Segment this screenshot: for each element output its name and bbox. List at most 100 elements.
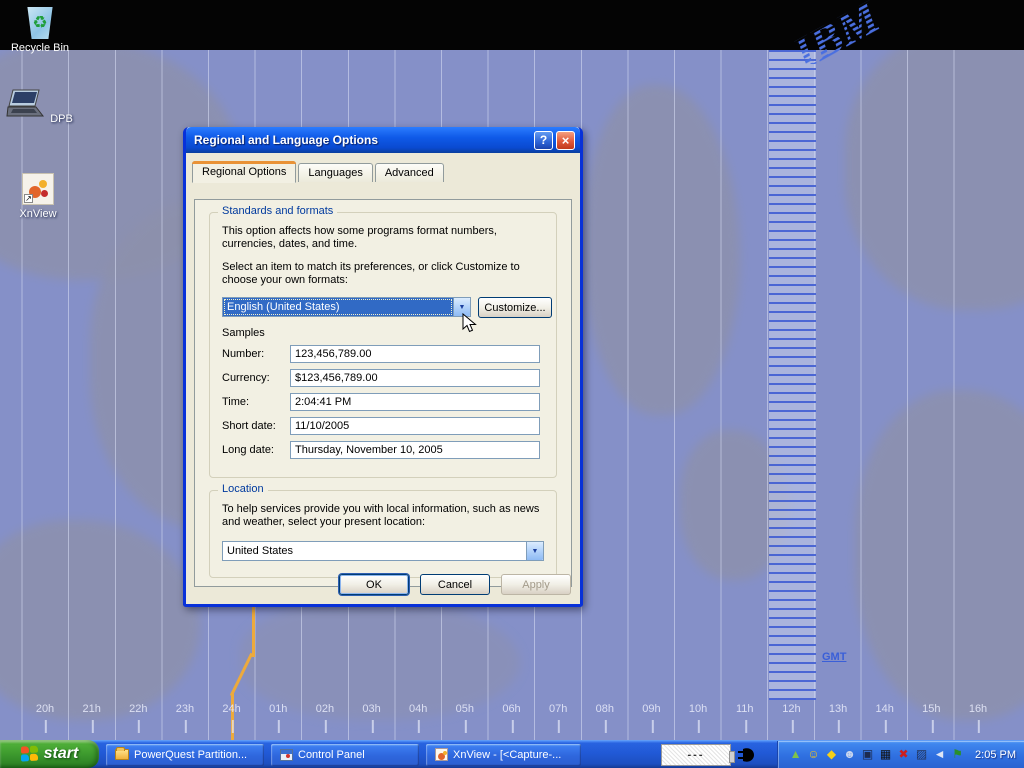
standards-description: This option affects how some programs fo… — [222, 225, 548, 251]
timezone-label: 01h — [269, 703, 287, 715]
long-date-sample-field[interactable]: Thursday, November 10, 2005 — [290, 441, 540, 459]
start-button-label: start — [44, 745, 79, 763]
tab-strip: Regional Options Languages Advanced — [192, 163, 572, 182]
timezone-label: 04h — [409, 703, 427, 715]
wallpaper-top-band: IBM — [0, 0, 1024, 50]
timezone-label: 06h — [502, 703, 520, 715]
task-button-label: Control Panel — [298, 749, 365, 761]
dialog-titlebar[interactable]: Regional and Language Options ? × — [186, 127, 580, 153]
samples-label: Samples — [222, 327, 548, 340]
dialog-body: Regional Options Languages Advanced Stan… — [186, 153, 580, 604]
sample-label: Time: — [222, 396, 249, 408]
laptop-icon — [3, 88, 47, 122]
timezone-label: 15h — [922, 703, 940, 715]
group-caption: Location — [218, 483, 268, 495]
power-meter-area: --- — [661, 744, 757, 766]
location-description: To help services provide you with local … — [222, 503, 548, 529]
system-tray: ▲☺◆☻▣▦✖▨◄⚑ 2:05 PM — [778, 741, 1024, 768]
sample-row-currency: Currency: $123,456,789.00 — [222, 369, 544, 387]
timeline-orange-line — [252, 607, 255, 657]
gmt-label: GMT — [822, 651, 846, 663]
timezone-label: 09h — [642, 703, 660, 715]
start-button[interactable]: start — [0, 740, 99, 768]
close-button[interactable]: × — [556, 131, 575, 150]
standards-instruction: Select an item to match its preferences,… — [222, 261, 548, 287]
display-grid-icon[interactable]: ▦ — [878, 747, 893, 762]
folder-icon — [115, 749, 129, 760]
timezone-label: 05h — [456, 703, 474, 715]
network-disconnected-icon[interactable]: ✖ — [896, 747, 911, 762]
svg-text:IBM: IBM — [784, 0, 890, 64]
ac-plug-icon — [735, 746, 757, 764]
taskbar-clock[interactable]: 2:05 PM — [975, 749, 1016, 761]
timezone-label: 07h — [549, 703, 567, 715]
timezone-label: 02h — [316, 703, 334, 715]
ok-button[interactable]: OK — [339, 574, 409, 595]
timezone-label: 13h — [829, 703, 847, 715]
desktop-icon-xnview[interactable]: ↗ XnView — [2, 173, 74, 220]
task-button-xnview[interactable]: XnView - [<Capture-... — [426, 744, 581, 766]
access-support-icon[interactable]: ☺ — [806, 747, 821, 762]
tray-app-icon[interactable]: ⚑ — [950, 747, 965, 762]
safely-remove-hardware-icon[interactable]: ▲ — [788, 747, 803, 762]
timezone-label: 03h — [362, 703, 380, 715]
tab-languages[interactable]: Languages — [298, 163, 372, 182]
desktop-icon-recycle-bin[interactable]: ♻ Recycle Bin — [4, 7, 76, 54]
desktop-icon-dpb[interactable]: DPB — [2, 88, 74, 125]
timezone-label: 14h — [876, 703, 894, 715]
tab-advanced[interactable]: Advanced — [375, 163, 444, 182]
battery-meter[interactable]: --- — [661, 744, 731, 766]
sample-label: Short date: — [222, 420, 276, 432]
chevron-down-icon[interactable]: ▼ — [526, 542, 543, 560]
task-button-control-panel[interactable]: Control Panel — [271, 744, 419, 766]
windows-flag-icon — [21, 745, 39, 763]
task-button-label: XnView - [<Capture-... — [453, 749, 561, 761]
offline-users-icon[interactable]: ☻ — [842, 747, 857, 762]
control-panel-icon — [280, 749, 293, 761]
timezone-label: 24h — [222, 703, 240, 715]
mouse-cursor — [462, 313, 480, 335]
task-button-powerquest[interactable]: PowerQuest Partition... — [106, 744, 264, 766]
xnview-task-icon — [435, 748, 448, 761]
sample-row-number: Number: 123,456,789.00 — [222, 345, 544, 363]
timezone-label: 08h — [596, 703, 614, 715]
security-alert-icon[interactable]: ◆ — [824, 747, 839, 762]
sample-row-time: Time: 2:04:41 PM — [222, 393, 544, 411]
recycle-bin-icon: ♻ — [25, 7, 55, 39]
task-button-label: PowerQuest Partition... — [134, 749, 247, 761]
shortcut-arrow-icon: ↗ — [24, 194, 33, 203]
sample-label: Currency: — [222, 372, 270, 384]
format-combobox[interactable]: English (United States) ▼ — [222, 297, 471, 317]
time-sample-field[interactable]: 2:04:41 PM — [290, 393, 540, 411]
dialog-button-row: OK Cancel Apply — [339, 574, 571, 595]
apply-button[interactable]: Apply — [501, 574, 571, 595]
format-combobox-value: English (United States) — [223, 298, 453, 316]
network-computer-icon[interactable]: ▣ — [860, 747, 875, 762]
taskbar: start PowerQuest Partition... Control Pa… — [0, 740, 1024, 768]
location-combobox[interactable]: United States ▼ — [222, 541, 544, 561]
short-date-sample-field[interactable]: 11/10/2005 — [290, 417, 540, 435]
wireless-off-icon[interactable]: ▨ — [914, 747, 929, 762]
standards-and-formats-group: Standards and formats This option affect… — [209, 212, 557, 478]
regional-language-options-dialog: Regional and Language Options ? × Region… — [183, 127, 583, 607]
dialog-title: Regional and Language Options — [194, 133, 531, 147]
timezone-label: 11h — [736, 703, 754, 715]
help-button[interactable]: ? — [534, 131, 553, 150]
cancel-button[interactable]: Cancel — [420, 574, 490, 595]
tab-page-regional-options: Standards and formats This option affect… — [194, 199, 572, 587]
location-group: Location To help services provide you wi… — [209, 490, 557, 578]
location-combobox-value: United States — [223, 542, 526, 560]
currency-sample-field[interactable]: $123,456,789.00 — [290, 369, 540, 387]
customize-button[interactable]: Customize... — [478, 297, 552, 318]
sample-label: Number: — [222, 348, 264, 360]
task-button-area: PowerQuest Partition... Control Panel Xn… — [106, 744, 581, 766]
number-sample-field[interactable]: 123,456,789.00 — [290, 345, 540, 363]
tab-regional-options[interactable]: Regional Options — [192, 161, 296, 183]
gmt-band — [769, 50, 816, 700]
ibm-logo: IBM — [766, 0, 936, 64]
timezone-label: 12h — [782, 703, 800, 715]
timezone-label: 21h — [82, 703, 100, 715]
timezone-label: 16h — [969, 703, 987, 715]
volume-icon[interactable]: ◄ — [932, 747, 947, 762]
sample-row-long-date: Long date: Thursday, November 10, 2005 — [222, 441, 544, 459]
